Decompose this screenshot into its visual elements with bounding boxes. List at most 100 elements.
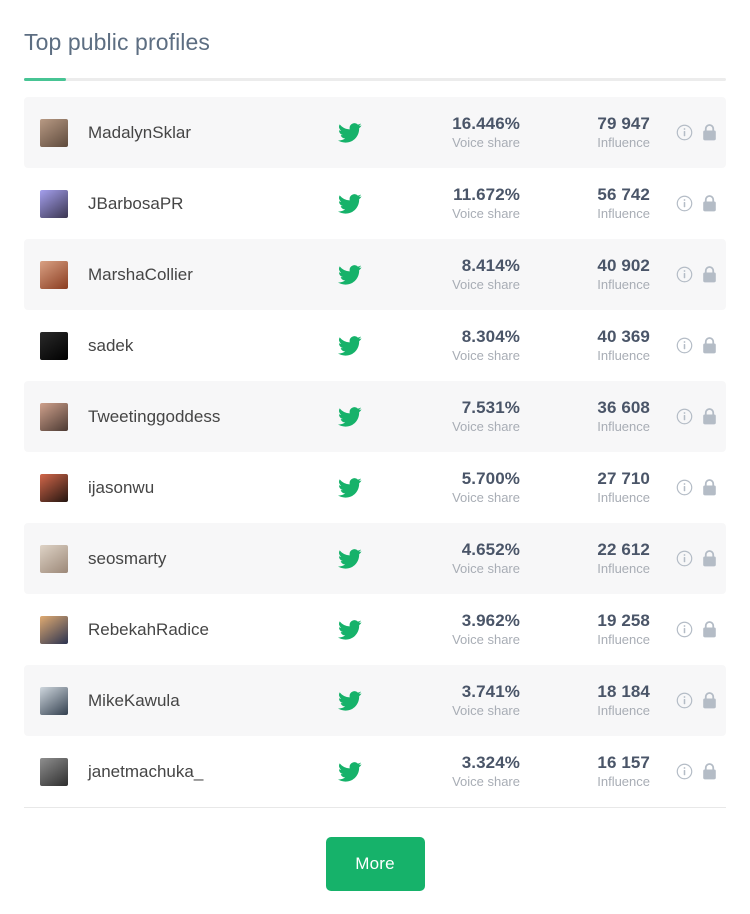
voice-share-value: 16.446% [452,113,520,133]
row-actions [650,549,718,568]
active-tab-indicator [24,78,66,81]
voice-share-value: 11.672% [453,184,520,204]
influence-label: Influence [597,490,650,506]
voice-share-metric: 3.741% Voice share [380,682,520,719]
profile-username[interactable]: JBarbosaPR [88,194,320,214]
info-circle-icon[interactable] [676,621,693,638]
profile-username[interactable]: ijasonwu [88,478,320,498]
profiles-table: MadalynSklar 16.446% Voice share 79 947 Infl… [24,97,726,807]
row-actions [650,123,718,142]
influence-metric: 22 612 Influence [520,540,650,577]
influence-label: Influence [597,206,650,222]
influence-value: 56 742 [597,184,650,204]
voice-share-metric: 4.652% Voice share [380,540,520,577]
lock-icon[interactable] [701,691,718,710]
voice-share-value: 5.700% [461,468,520,488]
voice-share-metric: 16.446% Voice share [380,114,520,151]
avatar [40,473,68,502]
twitter-icon [320,477,380,498]
influence-metric: 36 608 Influence [520,398,650,435]
influence-label: Influence [597,419,650,435]
card-footer: More [0,808,750,891]
table-row[interactable]: RebekahRadice 3.962% Voice share 19 258 Infl… [24,594,726,665]
twitter-icon [320,406,380,427]
voice-share-label: Voice share [452,561,520,577]
top-public-profiles-card: Top public profiles MadalynSklar 16.446% V… [0,0,750,914]
profile-username[interactable]: RebekahRadice [88,620,320,640]
twitter-icon [320,690,380,711]
card-header: Top public profiles [0,0,750,58]
info-circle-icon[interactable] [676,266,693,283]
lock-icon[interactable] [701,407,718,426]
page-title: Top public profiles [24,29,211,55]
profile-username[interactable]: MikeKawula [88,691,320,711]
more-button[interactable]: More [325,837,425,891]
influence-metric: 40 369 Influence [520,327,650,364]
influence-value: 40 369 [597,326,650,346]
profile-username[interactable]: MadalynSklar [88,123,320,143]
title-underline [24,78,726,81]
avatar [40,118,68,147]
voice-share-value: 8.304% [461,326,520,346]
influence-value: 22 612 [597,539,650,559]
lock-icon[interactable] [701,194,718,213]
influence-metric: 18 184 Influence [520,682,650,719]
table-row[interactable]: MikeKawula 3.741% Voice share 18 184 Influen… [24,665,726,736]
voice-share-value: 7.531% [461,397,520,417]
table-row[interactable]: MarshaCollier 8.414% Voice share 40 902 Infl… [24,239,726,310]
influence-metric: 79 947 Influence [520,114,650,151]
info-circle-icon[interactable] [676,195,693,212]
lock-icon[interactable] [701,762,718,781]
twitter-icon [320,761,380,782]
info-circle-icon[interactable] [676,337,693,354]
voice-share-label: Voice share [452,348,520,364]
info-circle-icon[interactable] [676,692,693,709]
voice-share-label: Voice share [452,703,520,719]
row-actions [650,194,718,213]
row-actions [650,336,718,355]
avatar [40,402,68,431]
table-row[interactable]: Tweetinggoddess 7.531% Voice share 36 608 In… [24,381,726,452]
info-circle-icon[interactable] [676,763,693,780]
lock-icon[interactable] [701,478,718,497]
voice-share-value: 8.414% [461,255,520,275]
voice-share-label: Voice share [452,277,520,293]
twitter-icon [320,122,380,143]
avatar [40,260,68,289]
voice-share-metric: 8.304% Voice share [380,327,520,364]
influence-value: 36 608 [597,397,650,417]
lock-icon[interactable] [701,336,718,355]
voice-share-label: Voice share [452,135,520,151]
twitter-icon [320,193,380,214]
table-row[interactable]: JBarbosaPR 11.672% Voice share 56 742 Influe… [24,168,726,239]
info-circle-icon[interactable] [676,124,693,141]
voice-share-metric: 3.324% Voice share [380,753,520,790]
profile-username[interactable]: MarshaCollier [88,265,320,285]
lock-icon[interactable] [701,549,718,568]
table-row[interactable]: janetmachuka_ 3.324% Voice share 16 157 Infl… [24,736,726,807]
table-row[interactable]: sadek 8.304% Voice share 40 369 Influence [24,310,726,381]
table-row[interactable]: MadalynSklar 16.446% Voice share 79 947 Infl… [24,97,726,168]
profile-username[interactable]: seosmarty [88,549,320,569]
influence-value: 19 258 [597,610,650,630]
influence-label: Influence [597,277,650,293]
influence-metric: 27 710 Influence [520,469,650,506]
info-circle-icon[interactable] [676,550,693,567]
voice-share-metric: 8.414% Voice share [380,256,520,293]
info-circle-icon[interactable] [676,408,693,425]
twitter-icon [320,619,380,640]
table-row[interactable]: seosmarty 4.652% Voice share 22 612 Influenc… [24,523,726,594]
lock-icon[interactable] [701,620,718,639]
info-circle-icon[interactable] [676,479,693,496]
row-actions [650,691,718,710]
profile-username[interactable]: Tweetinggoddess [88,407,320,427]
profile-username[interactable]: sadek [88,336,320,356]
profile-username[interactable]: janetmachuka_ [88,762,320,782]
table-row[interactable]: ijasonwu 5.700% Voice share 27 710 Influence [24,452,726,523]
influence-label: Influence [597,703,650,719]
voice-share-metric: 5.700% Voice share [380,469,520,506]
lock-icon[interactable] [701,265,718,284]
voice-share-label: Voice share [452,632,520,648]
row-actions [650,620,718,639]
lock-icon[interactable] [701,123,718,142]
